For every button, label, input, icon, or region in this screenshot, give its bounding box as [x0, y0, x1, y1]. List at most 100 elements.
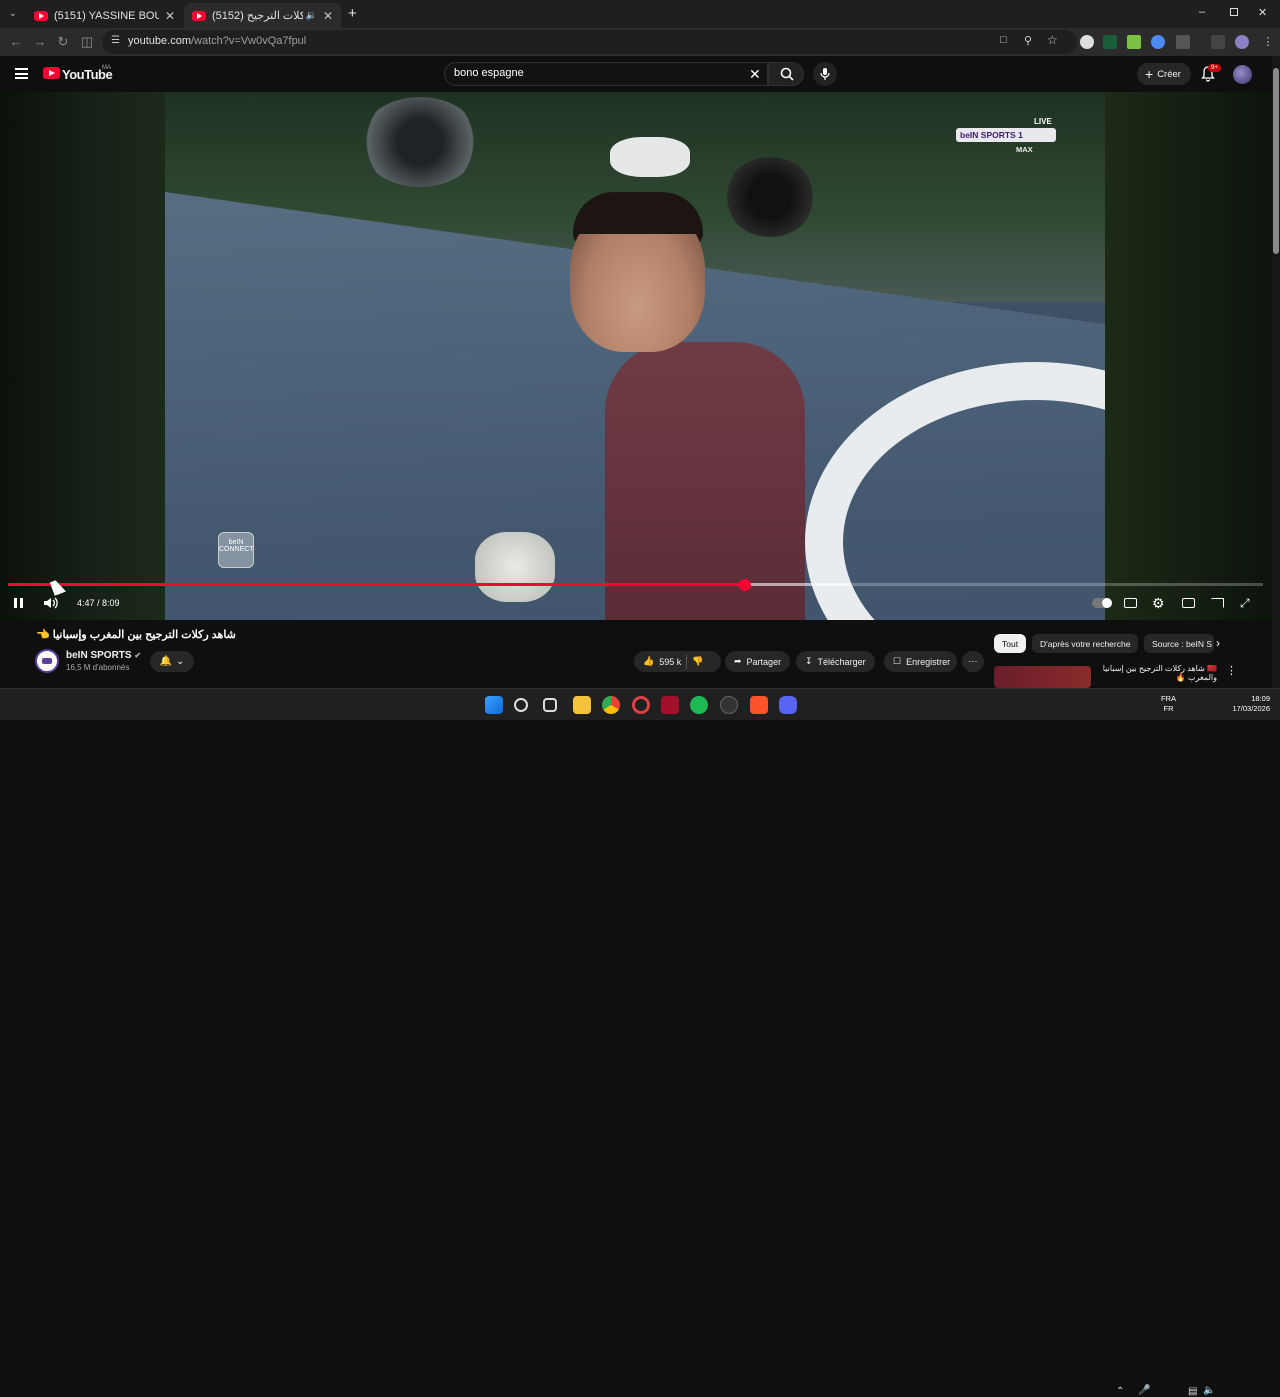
subtitles-icon[interactable]: [1124, 598, 1137, 608]
settings-gear-icon[interactable]: ⚙: [1152, 595, 1165, 612]
close-tab-icon[interactable]: ✕: [165, 9, 175, 23]
goalkeeper-hair-top: [575, 194, 701, 234]
youtube-favicon-icon: [192, 10, 206, 21]
account-avatar[interactable]: [1233, 65, 1252, 84]
site-info-icon[interactable]: ☰: [111, 35, 120, 46]
recommended-title[interactable]: 🇲🇦 شاهد ركلات الترجيح بين إسبانيا والمغر…: [1097, 664, 1217, 682]
download-label: Télécharger: [817, 656, 866, 667]
search-input[interactable]: [454, 67, 734, 79]
start-windows-icon[interactable]: [485, 696, 503, 714]
goalkeeper-glove: [475, 532, 555, 602]
extension-1-icon[interactable]: [1080, 35, 1094, 49]
file-explorer-icon[interactable]: [573, 696, 591, 714]
volume-icon[interactable]: [43, 596, 59, 610]
task-view-icon[interactable]: [543, 698, 557, 712]
dislike-button[interactable]: 👎: [692, 656, 703, 667]
recommended-menu-icon[interactable]: ⋮: [1226, 664, 1237, 677]
share-button[interactable]: ➦ Partager: [725, 651, 790, 672]
minimize-icon[interactable]: –: [1199, 6, 1205, 18]
progress-bar[interactable]: [8, 579, 1263, 591]
forward-icon[interactable]: →: [30, 32, 50, 52]
youtube-favicon-icon: [34, 10, 48, 21]
recommended-thumbnail[interactable]: [994, 666, 1091, 688]
notification-badge: 9+: [1208, 64, 1221, 72]
channel-avatar[interactable]: [35, 649, 59, 673]
extension-4-icon[interactable]: [1151, 35, 1165, 49]
reload-icon[interactable]: ↻: [53, 32, 73, 52]
notification-subscription-button[interactable]: 🔔 ⌄: [150, 651, 194, 672]
install-icon[interactable]: □: [1000, 34, 1007, 46]
hamburger-menu-icon[interactable]: [15, 68, 28, 79]
subscriber-count: 16,5 M d'abonnés: [66, 663, 130, 672]
like-button[interactable]: 👍 595 k: [643, 656, 681, 667]
brave-icon[interactable]: [750, 696, 768, 714]
reading-list-icon[interactable]: [1211, 35, 1225, 49]
chip-source[interactable]: Source : beIN S: [1144, 634, 1214, 653]
tab-search-icon[interactable]: ⌄: [9, 8, 17, 19]
zoom-icon[interactable]: ⚲: [1024, 34, 1032, 47]
channel-name[interactable]: beIN SPORTS ✔: [66, 650, 141, 661]
browser-menu-icon[interactable]: ⋮: [1258, 32, 1278, 52]
create-button[interactable]: + Créer: [1137, 63, 1191, 85]
tab-active-video[interactable]: (5152) شاهد ركلات الترجيح 🔉 ✕: [184, 3, 341, 28]
tab-yassine[interactable]: (5151) YASSINE BOUNOU - Inte ✕: [26, 3, 183, 28]
taskbar-search-icon[interactable]: [514, 698, 528, 712]
share-icon: ➦: [734, 656, 742, 666]
close-window-icon[interactable]: ✕: [1258, 6, 1267, 19]
clear-search-icon[interactable]: ✕: [749, 67, 761, 81]
speaker-icon[interactable]: 🔉: [306, 10, 317, 21]
url-text[interactable]: youtube.com/watch?v=Vw0vQa7fpul: [128, 35, 306, 47]
app-acrobat-icon[interactable]: [661, 696, 679, 714]
bein-connect-watermark: beIN CONNECT: [218, 532, 254, 568]
system-clock[interactable]: 18:09 17/03/2026: [1226, 694, 1270, 714]
pause-button[interactable]: [14, 598, 24, 608]
save-icon: ☐: [893, 656, 902, 666]
app-dark-icon[interactable]: [720, 696, 738, 714]
tray-network-icon[interactable]: ▤: [1188, 1386, 1197, 1397]
extension-3-icon[interactable]: [1127, 35, 1141, 49]
spotify-icon[interactable]: [690, 696, 708, 714]
tray-mic-icon[interactable]: 🎤: [1138, 1385, 1150, 1396]
extension-2-icon[interactable]: [1103, 35, 1117, 49]
chrome-icon[interactable]: [602, 696, 620, 714]
scrollbar-thumb[interactable]: [1273, 68, 1279, 254]
microphone-icon: [820, 68, 830, 80]
profile-avatar-icon[interactable]: [1235, 35, 1249, 49]
camera-lens: [360, 97, 480, 187]
video-frame[interactable]: [165, 92, 1105, 620]
channel-bug: beIN SPORTS 1: [956, 128, 1056, 142]
save-label: Enregistrer: [906, 656, 951, 667]
pause-icon: [14, 598, 17, 608]
windows-taskbar: ⌃ 🎤 ▤ 🔈: [0, 688, 1280, 1397]
voice-search-button[interactable]: [813, 62, 837, 86]
language-indicator[interactable]: FRA FR: [1161, 694, 1176, 714]
video-player[interactable]: [0, 92, 1272, 620]
youtube-logo-icon[interactable]: [43, 67, 60, 79]
chip-all[interactable]: Tout: [994, 634, 1027, 653]
extensions-puzzle-icon[interactable]: [1176, 35, 1190, 49]
divider: [686, 654, 688, 669]
tray-volume-icon[interactable]: 🔈: [1203, 1385, 1215, 1396]
more-actions-button[interactable]: ⋯: [962, 651, 984, 672]
close-tab-icon[interactable]: ✕: [323, 9, 333, 23]
autoplay-toggle[interactable]: [1092, 598, 1112, 608]
url-bar[interactable]: ☰ youtube.com/watch?v=Vw0vQa7fpul □ ⚲ ☆: [102, 30, 1077, 54]
bookmark-star-icon[interactable]: ☆: [1047, 33, 1058, 47]
download-button[interactable]: ↧ Télécharger: [796, 651, 875, 672]
scrubber-handle[interactable]: [738, 579, 751, 591]
miniplayer-icon[interactable]: [1182, 598, 1195, 608]
save-button[interactable]: ☐ Enregistrer: [884, 651, 957, 672]
fullscreen-icon[interactable]: ⤢: [1240, 596, 1250, 611]
chips-next-icon[interactable]: ›: [1216, 636, 1220, 650]
chip-based-on-search[interactable]: D'après votre recherche: [1032, 634, 1139, 653]
search-button[interactable]: [768, 62, 804, 86]
discord-icon[interactable]: [779, 696, 797, 714]
search-box[interactable]: [444, 62, 768, 86]
cast-icon[interactable]: [1211, 598, 1224, 608]
tray-chevron-icon[interactable]: ⌃: [1116, 1386, 1124, 1397]
restore-icon[interactable]: [1230, 8, 1238, 16]
new-tab-button[interactable]: +: [348, 5, 357, 22]
back-icon[interactable]: ←: [6, 32, 26, 52]
sidepanel-icon[interactable]: ◫: [77, 32, 97, 52]
app-red-icon[interactable]: [632, 696, 650, 714]
